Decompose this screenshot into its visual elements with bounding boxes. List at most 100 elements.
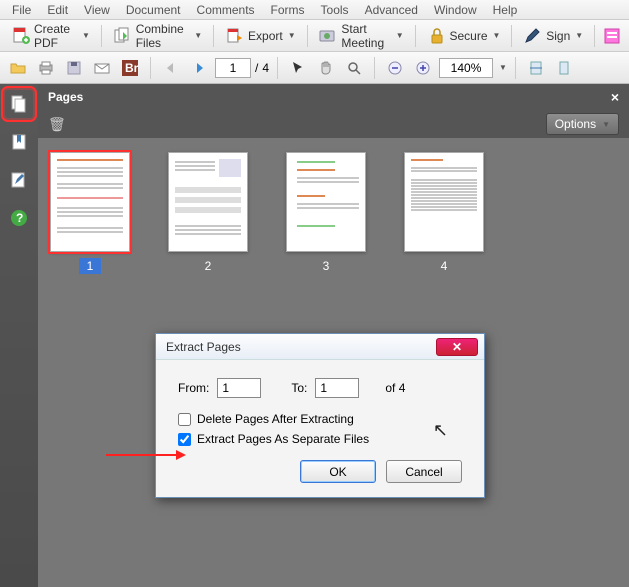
cancel-button[interactable]: Cancel [386,460,462,483]
ok-button[interactable]: OK [300,460,376,483]
trash-icon[interactable]: 🗑 [48,116,66,133]
current-page-input[interactable] [215,58,251,78]
of-pages-label: of 4 [385,381,405,395]
delete-after-label: Delete Pages After Extracting [197,412,354,426]
menu-view[interactable]: View [76,1,118,19]
fit-page-button[interactable] [552,56,576,80]
export-icon [225,26,245,46]
separator [594,25,595,47]
thumbnail-image [50,152,130,252]
pen-icon [523,26,543,46]
combine-files-button[interactable]: Combine Files ▼ [108,18,208,54]
save-button[interactable] [62,56,86,80]
page-range-row: From: To: of 4 [178,378,462,398]
export-button[interactable]: Export ▼ [220,22,301,50]
page-thumbnail[interactable]: 3 [286,152,366,274]
page-thumbnail[interactable]: 1 [50,152,130,274]
panel-toolbar: 🗑 Options ▼ [38,110,629,138]
thumbnail-image [404,152,484,252]
sign-button[interactable]: Sign ▼ [518,22,588,50]
from-page-input[interactable] [217,378,261,398]
page-separator: / [255,61,258,75]
to-page-input[interactable] [315,378,359,398]
menu-help[interactable]: Help [485,1,526,19]
separator [307,25,308,47]
meeting-icon [318,26,338,46]
dialog-body: From: To: of 4 Delete Pages After Extrac… [156,360,484,497]
extract-separate-checkbox[interactable] [178,433,191,446]
combine-icon [113,26,133,46]
marquee-zoom-button[interactable] [342,56,366,80]
chevron-down-icon: ▼ [288,31,296,40]
delete-after-checkbox[interactable] [178,413,191,426]
menu-window[interactable]: Window [426,1,485,19]
fit-width-button[interactable] [524,56,548,80]
hand-tool-button[interactable] [314,56,338,80]
select-tool-button[interactable] [286,56,310,80]
page-thumbnail[interactable]: 4 [404,152,484,274]
forms-icon-button[interactable] [601,24,623,48]
separator [515,57,516,79]
chevron-down-icon: ▼ [396,31,404,40]
separator [101,25,102,47]
menu-tools[interactable]: Tools [313,1,357,19]
menu-edit[interactable]: Edit [39,1,76,19]
lock-icon [427,26,447,46]
svg-text:?: ? [16,211,23,225]
secure-label: Secure [450,29,488,43]
menu-file[interactable]: File [4,1,39,19]
dialog-close-button[interactable]: ✕ [436,338,478,356]
secure-button[interactable]: Secure ▼ [422,22,506,50]
zoom-level-input[interactable] [439,58,493,78]
chevron-down-icon[interactable]: ▼ [499,63,507,72]
start-meeting-button[interactable]: Start Meeting ▼ [313,18,408,54]
panel-title: Pages [48,90,83,104]
delete-after-row: Delete Pages After Extracting [178,412,462,426]
to-label: To: [291,381,307,395]
extract-separate-label: Extract Pages As Separate Files [197,432,369,446]
options-label: Options [555,117,596,131]
separator [511,25,512,47]
print-button[interactable] [34,56,58,80]
menu-document[interactable]: Document [118,1,189,19]
menu-advanced[interactable]: Advanced [357,1,426,19]
chevron-down-icon: ▼ [602,120,610,129]
signatures-panel-button[interactable] [5,166,33,194]
separator [277,57,278,79]
thumbnail-image [168,152,248,252]
bridge-button[interactable]: Br [118,56,142,80]
email-button[interactable] [90,56,114,80]
sign-label: Sign [546,29,570,43]
chevron-down-icon: ▼ [493,31,501,40]
panel-header: Pages × [38,84,629,110]
zoom-out-button[interactable] [383,56,407,80]
panel-options-button[interactable]: Options ▼ [546,113,619,135]
separator [150,57,151,79]
extract-separate-row: Extract Pages As Separate Files [178,432,462,446]
prev-page-button[interactable] [159,56,183,80]
start-meeting-label: Start Meeting [341,22,390,50]
chevron-down-icon: ▼ [82,31,90,40]
page-thumbnail[interactable]: 2 [168,152,248,274]
zoom-in-button[interactable] [411,56,435,80]
pages-panel-button[interactable] [5,90,33,118]
menu-comments[interactable]: Comments [189,1,263,19]
thumbnail-label: 1 [79,258,102,274]
create-pdf-label: Create PDF [34,22,77,50]
dialog-titlebar[interactable]: Extract Pages ✕ [156,334,484,360]
thumbnail-label: 3 [315,258,338,274]
next-page-button[interactable] [187,56,211,80]
total-pages-label: 4 [262,61,269,75]
menu-forms[interactable]: Forms [263,1,313,19]
export-label: Export [248,29,283,43]
navigation-toolbar: Br / 4 ▼ [0,52,629,84]
menu-bar: File Edit View Document Comments Forms T… [0,0,629,20]
help-button[interactable]: ? [5,204,33,232]
svg-text:Br: Br [125,61,138,75]
close-panel-button[interactable]: × [611,89,619,105]
bookmarks-panel-button[interactable] [5,128,33,156]
page-plus-icon [11,26,31,46]
create-pdf-button[interactable]: Create PDF ▼ [6,18,95,54]
open-button[interactable] [6,56,30,80]
separator [213,25,214,47]
